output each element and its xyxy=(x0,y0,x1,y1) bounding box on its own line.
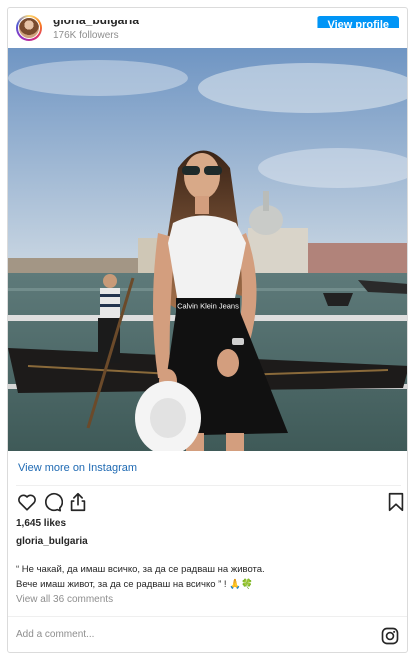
belt-logo: Calvin Klein Jeans xyxy=(177,302,239,311)
post-photo-image: Calvin Klein Jeans xyxy=(8,48,407,451)
heart-icon[interactable] xyxy=(16,491,38,513)
caption-line: Вече имаш живот, за да се радваш на всич… xyxy=(16,579,253,590)
instagram-embed-card: gloria_bulgaria 176K followers View prof… xyxy=(7,7,408,653)
divider xyxy=(16,485,401,486)
post-owner[interactable]: gloria_bulgaria xyxy=(16,536,88,547)
avatar[interactable] xyxy=(16,15,42,41)
view-more-link[interactable]: View more on Instagram xyxy=(18,462,137,474)
instagram-icon[interactable] xyxy=(381,627,399,645)
add-comment-bar: Add a comment... xyxy=(8,616,407,652)
share-icon[interactable] xyxy=(67,491,89,513)
action-bar xyxy=(8,491,407,515)
bookmark-icon[interactable] xyxy=(385,491,407,513)
caption-line: “ Не чакай, да имаш всичко, за да се рад… xyxy=(16,564,265,575)
likes-count[interactable]: 1,645 likes xyxy=(16,518,66,529)
comment-icon[interactable] xyxy=(41,491,63,513)
view-profile-button[interactable]: View profile xyxy=(317,16,399,28)
post-photo[interactable]: Calvin Klein Jeans xyxy=(8,48,407,451)
followers-count: 176K followers xyxy=(53,30,119,41)
username[interactable]: gloria_bulgaria xyxy=(53,20,139,27)
view-comments-link[interactable]: View all 36 comments xyxy=(16,594,113,605)
post-header: gloria_bulgaria 176K followers View prof… xyxy=(8,8,407,48)
add-comment-input[interactable]: Add a comment... xyxy=(16,629,94,640)
caption: “ Не чакай, да имаш всичко, за да се рад… xyxy=(16,562,401,592)
